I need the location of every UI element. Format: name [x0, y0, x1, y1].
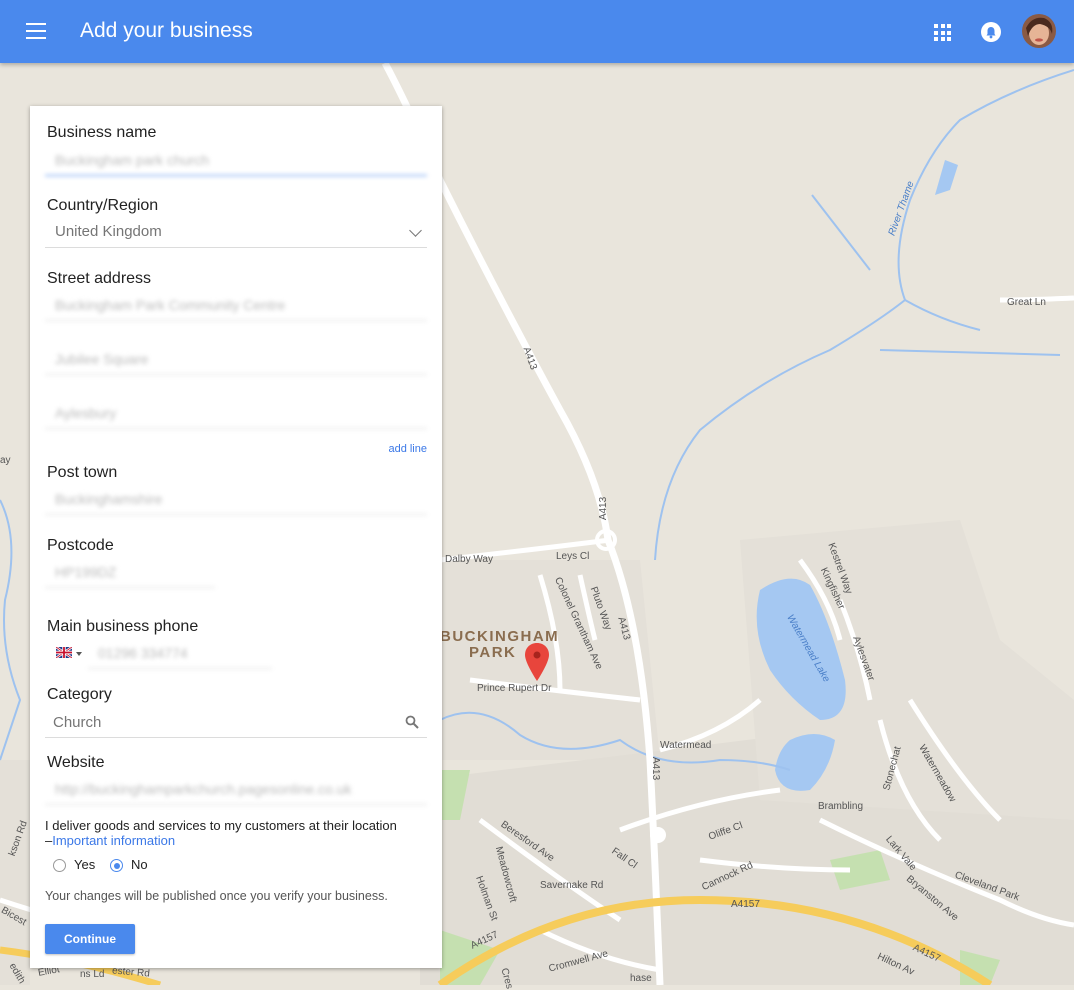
country-select[interactable]: United Kingdom [45, 216, 427, 248]
category-label: Category [47, 686, 112, 703]
website-input[interactable]: http://buckinghamparkchurch.pagesonline.… [45, 773, 427, 805]
phone-input[interactable]: 01296 334774 [88, 637, 272, 669]
post-town-input[interactable]: Buckinghamshire [45, 483, 427, 515]
search-icon[interactable] [405, 715, 419, 729]
deliver-question: I deliver goods and services to my custo… [45, 818, 425, 848]
page-title: Add your business [80, 19, 253, 42]
uk-flag-icon[interactable] [56, 647, 72, 658]
chevron-down-icon [409, 224, 422, 237]
street-line-2-input[interactable]: Jubilee Square [45, 343, 427, 375]
website-label: Website [47, 754, 105, 771]
notifications-icon[interactable] [981, 22, 1001, 42]
business-name-label: Business name [47, 124, 157, 141]
street-line-3-input[interactable]: Aylesbury [45, 397, 427, 429]
flag-dropdown-caret-icon[interactable] [76, 652, 82, 656]
road-label: Leys Cl [556, 551, 590, 562]
important-information-link[interactable]: Important information [52, 833, 175, 848]
road-label: A413 [598, 496, 610, 521]
postcode-label: Postcode [47, 537, 114, 554]
road-label: ns Ld [80, 969, 105, 980]
publish-note: Your changes will be published once you … [45, 889, 388, 903]
street-address-label: Street address [47, 270, 152, 287]
add-business-form: Business name Buckingham park church Cou… [30, 106, 442, 968]
area-label-park: PARK [469, 644, 517, 661]
street-line-1-input[interactable]: Buckingham Park Community Centre [45, 289, 427, 321]
road-label: Brambling [818, 801, 864, 812]
category-input[interactable]: Church [45, 706, 427, 738]
road-label: A4157 [731, 899, 760, 910]
continue-button[interactable]: Continue [45, 924, 135, 954]
phone-label: Main business phone [47, 618, 199, 635]
road-label: Prince Rupert Dr [477, 683, 552, 694]
country-value: United Kingdom [55, 223, 162, 240]
radio-yes[interactable] [53, 859, 66, 872]
avatar[interactable] [1022, 14, 1056, 48]
business-name-input[interactable]: Buckingham park church [45, 144, 427, 176]
category-value: Church [53, 714, 102, 731]
menu-icon[interactable] [26, 23, 46, 39]
postcode-input[interactable]: HP199DZ [45, 556, 215, 588]
radio-no[interactable] [110, 859, 123, 872]
deliver-question-text: I deliver goods and services to my custo… [45, 818, 397, 833]
road-label: ay [0, 455, 11, 466]
road-label: Great Ln [1007, 297, 1046, 308]
road-label: Dalby Way [445, 554, 493, 565]
road-label: hase [630, 973, 652, 984]
road-label: Savernake Rd [540, 880, 604, 891]
top-app-bar: Add your business [0, 0, 1074, 63]
road-label: A413 [650, 756, 662, 781]
location-pin-icon[interactable] [525, 643, 549, 681]
road-label: Watermead [660, 740, 712, 751]
country-label: Country/Region [47, 197, 159, 214]
radio-yes-label[interactable]: Yes [74, 857, 95, 872]
add-line-link[interactable]: add line [388, 443, 427, 455]
post-town-label: Post town [47, 464, 118, 481]
radio-no-label[interactable]: No [131, 857, 148, 872]
apps-icon[interactable] [934, 24, 951, 41]
